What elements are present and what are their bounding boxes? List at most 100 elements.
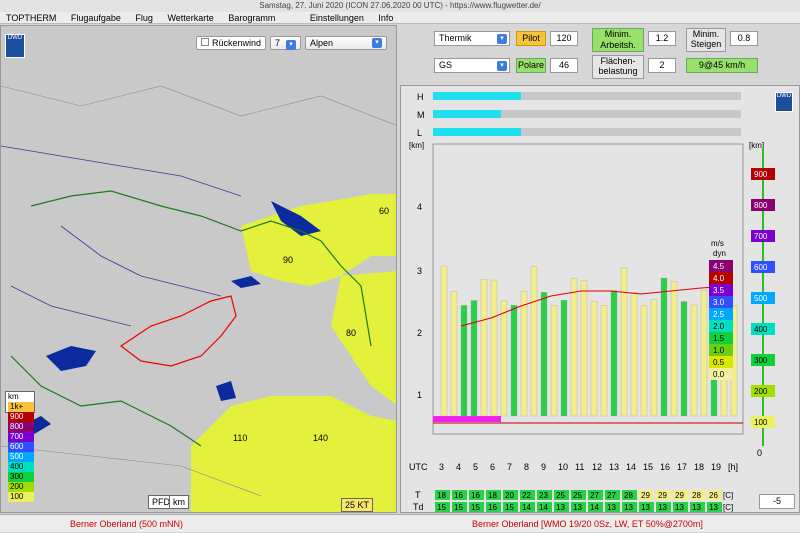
- temp-cell: 27: [607, 491, 616, 500]
- thermal-bar: [560, 300, 568, 417]
- menu-flug[interactable]: Flug: [129, 12, 159, 24]
- right-scale-label: 100: [754, 418, 768, 427]
- dwd-logo-chart: DWD: [775, 92, 793, 112]
- hour-tick: 8: [524, 462, 529, 472]
- temp-cell: 13: [641, 503, 650, 512]
- thermal-bar: [470, 300, 478, 417]
- m-cloud-bar: [433, 110, 501, 118]
- temp-cell: 14: [522, 503, 531, 512]
- hour-tick: [h]: [728, 462, 738, 472]
- temp-cell: 27: [590, 491, 599, 500]
- ms-scale-label: 4.0: [713, 274, 725, 283]
- temp-cell: 18: [488, 491, 497, 500]
- rueckenwind-select[interactable]: 7 ▾: [270, 36, 302, 50]
- td-label: Td: [413, 502, 424, 512]
- y-tick-1: 1: [417, 390, 422, 400]
- hour-tick: 4: [456, 462, 461, 472]
- temp-cell: 13: [675, 503, 684, 512]
- temp-cell: 13: [607, 503, 616, 512]
- temp-cell: 25: [556, 491, 565, 500]
- temp-cell: 13: [709, 503, 718, 512]
- temp-cell: 18: [437, 491, 446, 500]
- temp-cell: 29: [641, 491, 650, 500]
- lake-3: [231, 276, 261, 288]
- temperature-row: 18 16 16 18 20 22 23 25 25 27 27 28 29 29 29 28 26 15 15 15…: [435, 490, 722, 512]
- right-scale-label: 300: [754, 356, 768, 365]
- offset-select[interactable]: -5: [759, 494, 795, 509]
- menu-flugaufgabe[interactable]: Flugaufgabe: [65, 12, 127, 24]
- temp-cell: 29: [658, 491, 667, 500]
- row-label-h: H: [417, 92, 424, 102]
- hour-axis: 3 4 5 6 7 8 9 10 11 12 13 14 15 16 17 18 19 [h]: [439, 462, 738, 472]
- utc-label: UTC: [409, 462, 428, 472]
- gs-select[interactable]: GS ▾: [434, 58, 510, 73]
- min-steigen-input[interactable]: 0.8: [730, 31, 758, 46]
- min-steigen-label: Minim. Steigen: [686, 28, 726, 52]
- hour-tick: 5: [473, 462, 478, 472]
- map-label-80: 80: [346, 328, 356, 338]
- temp-cell: 22: [522, 491, 531, 500]
- window-title: Samstag, 27. Juni 2020 (ICON 27.06.2020 …: [0, 0, 800, 12]
- menu-topthem[interactable]: TOPTHERM: [0, 12, 62, 24]
- chevron-down-icon: ▾: [497, 61, 507, 71]
- temp-cell: 20: [505, 491, 514, 500]
- hour-tick: 3: [439, 462, 444, 472]
- thermal-bar: [610, 290, 618, 417]
- pilot-input[interactable]: 120: [550, 31, 578, 46]
- temp-cell: 13: [624, 503, 633, 512]
- pilot-label: Pilot: [516, 31, 546, 46]
- hour-tick: 6: [490, 462, 495, 472]
- checkbox-box[interactable]: [201, 38, 209, 46]
- y-tick-2: 2: [417, 328, 422, 338]
- lake-2: [46, 346, 96, 371]
- hour-tick: 7: [507, 462, 512, 472]
- hour-tick: 19: [711, 462, 721, 472]
- map-legend: km 1k+ 900 800 700 600 500 400 300 200 100: [5, 391, 35, 502]
- thermal-bar: [490, 279, 498, 417]
- thermal-bar: [550, 305, 558, 417]
- thermik-select[interactable]: Thermik ▾: [434, 31, 510, 46]
- status-right: Berner Oberland [WMO 19/20 0Sz, LW, ET 5…: [472, 519, 703, 529]
- ms-label: m/s: [711, 239, 724, 248]
- map-label-110: 110: [233, 433, 247, 443]
- map-panel[interactable]: 60 90 80 110 140 DWD Rückenwind 7 ▾ Alpen…: [0, 25, 397, 513]
- sounding-chart: H M L [km] 4 3 2 1 dyn m/s 4.5 4.0 3.5 3.0 2…: [400, 85, 800, 513]
- legend-item: 200: [8, 482, 34, 492]
- polare-input[interactable]: 46: [550, 58, 578, 73]
- right-scale: 900 800 700 600 500 400 300 200 100: [751, 148, 775, 446]
- menu-info[interactable]: Info: [372, 12, 399, 24]
- menu-barogramm[interactable]: Barogramm: [222, 12, 281, 24]
- min-arbeitsh-input[interactable]: 1.2: [648, 31, 676, 46]
- menu-bar: TOPTHERM Flugaufgabe Flug Wetterkarte Ba…: [0, 12, 800, 24]
- region-select[interactable]: Alpen ▾: [305, 36, 388, 50]
- thermal-bar: [620, 267, 628, 417]
- right-scale-label: 500: [754, 294, 768, 303]
- thermal-bar: [580, 280, 588, 417]
- menu-einstellungen[interactable]: Einstellungen: [304, 12, 370, 24]
- ms-scale-label: 2.5: [713, 310, 725, 319]
- unit-c-1: [C]: [723, 491, 733, 500]
- km-button[interactable]: km: [169, 495, 189, 509]
- ms-scale-label: 0.5: [713, 358, 725, 367]
- chevron-down-icon: ▾: [497, 34, 507, 44]
- temp-cell: 15: [454, 503, 463, 512]
- right-scale-label: 400: [754, 325, 768, 334]
- area-yellow-2: [331, 271, 396, 405]
- thermal-bar: [530, 266, 538, 417]
- thermal-bar: [480, 279, 488, 417]
- flaechenbelastung-input[interactable]: 2: [648, 58, 676, 73]
- menu-wetterkarte[interactable]: Wetterkarte: [161, 12, 219, 24]
- ms-scale-label: 3.0: [713, 298, 725, 307]
- status-left: Berner Oberland (500 mNN): [70, 519, 184, 529]
- thermal-bar: [640, 305, 648, 417]
- rueckenwind-checkbox[interactable]: Rückenwind: [196, 36, 267, 50]
- hour-tick: 16: [660, 462, 670, 472]
- area-yellow-3: [191, 396, 396, 512]
- temp-cell: 13: [556, 503, 565, 512]
- ms-scale-label: 3.5: [713, 286, 725, 295]
- temp-cell: 15: [437, 503, 446, 512]
- thermal-bar: [650, 299, 658, 417]
- thermal-bar: [690, 304, 698, 417]
- temp-cell: 13: [692, 503, 701, 512]
- legend-item: 100: [8, 492, 34, 502]
